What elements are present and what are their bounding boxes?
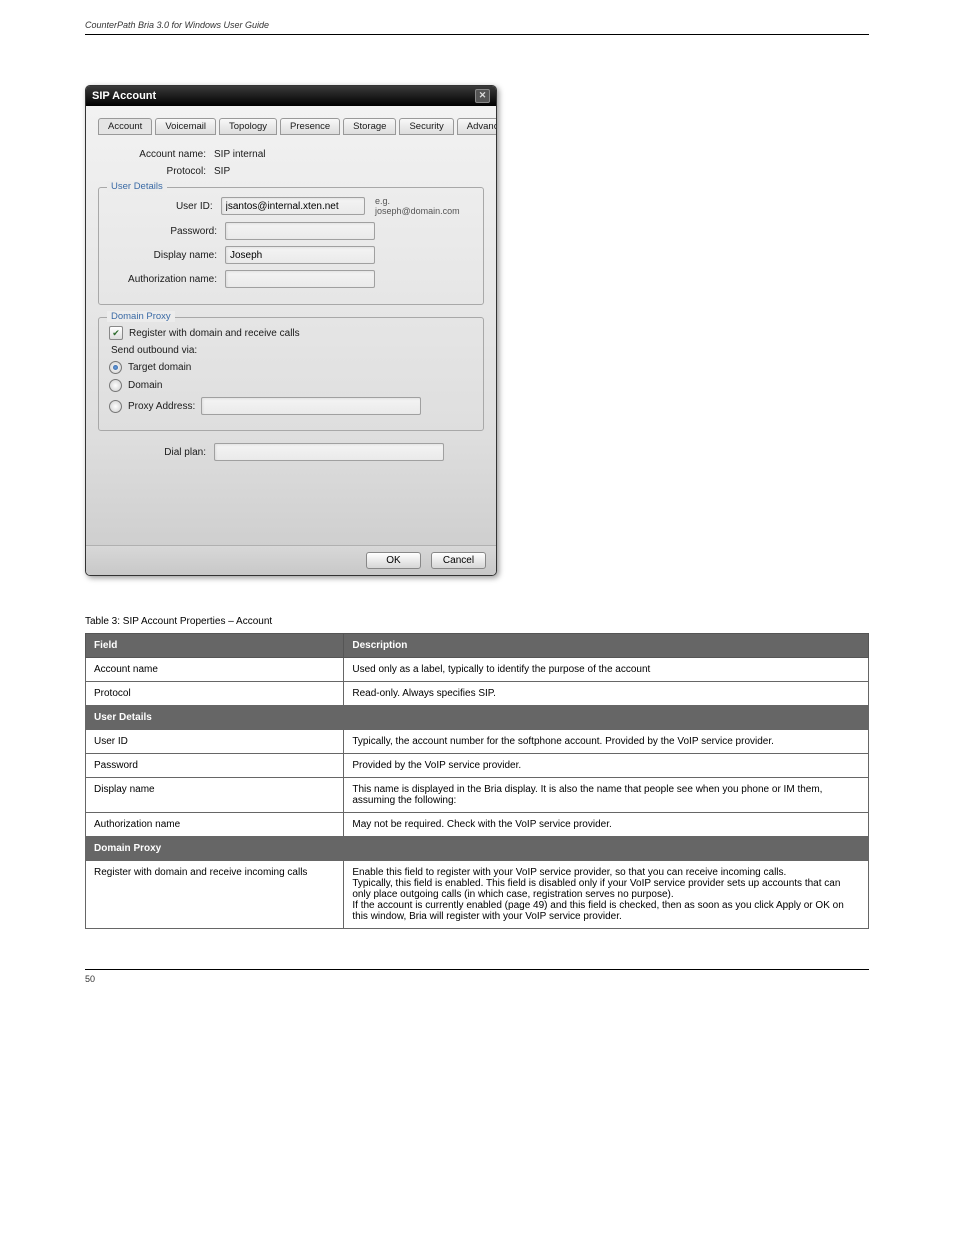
- tab-security[interactable]: Security: [399, 118, 453, 135]
- auth-name-input[interactable]: [225, 270, 375, 288]
- account-name-value: SIP internal: [214, 149, 266, 160]
- password-input[interactable]: [225, 222, 375, 240]
- ok-button[interactable]: OK: [366, 552, 421, 569]
- account-name-label: Account name:: [98, 149, 214, 160]
- register-checkbox-label: Register with domain and receive calls: [129, 328, 300, 339]
- send-outbound-label: Send outbound via:: [111, 345, 473, 356]
- tab-advanced[interactable]: Advanced: [457, 118, 497, 135]
- tab-topology[interactable]: Topology: [219, 118, 277, 135]
- dialog-titlebar: SIP Account ✕: [86, 86, 496, 106]
- dial-plan-input[interactable]: [214, 443, 444, 461]
- register-checkbox[interactable]: ✔: [109, 326, 123, 340]
- tab-voicemail[interactable]: Voicemail: [155, 118, 216, 135]
- cancel-button[interactable]: Cancel: [431, 552, 486, 569]
- dialog-tabs: Account Voicemail Topology Presence Stor…: [98, 118, 484, 135]
- domain-proxy-legend: Domain Proxy: [107, 311, 175, 322]
- header-left: CounterPath Bria 3.0 for Windows User Gu…: [85, 20, 269, 30]
- table-row: Display name This name is displayed in t…: [86, 778, 869, 813]
- table-row: Account name Used only as a label, typic…: [86, 658, 869, 682]
- page-footer: 50: [85, 969, 869, 984]
- radio-proxy[interactable]: [109, 400, 122, 413]
- display-name-label: Display name:: [109, 250, 225, 261]
- password-label: Password:: [109, 226, 225, 237]
- table-row: Authorization name May not be required. …: [86, 813, 869, 837]
- user-details-fieldset: User Details User ID: e.g. joseph@domain…: [98, 187, 484, 305]
- dialog-title: SIP Account: [92, 90, 156, 102]
- user-id-hint: e.g. joseph@domain.com: [375, 196, 473, 216]
- radio-target-domain[interactable]: [109, 361, 122, 374]
- proxy-address-input[interactable]: [201, 397, 421, 415]
- radio-domain[interactable]: [109, 379, 122, 392]
- section-domain-proxy: Domain Proxy: [86, 837, 869, 861]
- table-row: User ID Typically, the account number fo…: [86, 730, 869, 754]
- table-row: Register with domain and receive incomin…: [86, 861, 869, 929]
- col-description: Description: [344, 634, 869, 658]
- radio-proxy-label: Proxy Address:: [128, 401, 195, 412]
- tab-presence[interactable]: Presence: [280, 118, 340, 135]
- tab-storage[interactable]: Storage: [343, 118, 396, 135]
- auth-name-label: Authorization name:: [109, 274, 225, 285]
- domain-proxy-fieldset: Domain Proxy ✔ Register with domain and …: [98, 317, 484, 431]
- radio-domain-label: Domain: [128, 380, 162, 391]
- protocol-value: SIP: [214, 166, 230, 177]
- table-row: Password Provided by the VoIP service pr…: [86, 754, 869, 778]
- user-details-legend: User Details: [107, 181, 167, 192]
- table-row: Protocol Read-only. Always specifies SIP…: [86, 682, 869, 706]
- protocol-label: Protocol:: [98, 166, 214, 177]
- sip-account-dialog: SIP Account ✕ Account Voicemail Topology…: [85, 85, 497, 576]
- display-name-input[interactable]: [225, 246, 375, 264]
- col-field: Field: [86, 634, 344, 658]
- close-icon[interactable]: ✕: [475, 89, 490, 103]
- table-title: Table 3: SIP Account Properties – Accoun…: [85, 616, 869, 627]
- page-number: 50: [85, 974, 95, 984]
- user-id-input[interactable]: [221, 197, 365, 215]
- tab-account[interactable]: Account: [98, 118, 152, 135]
- user-id-label: User ID:: [109, 201, 221, 212]
- page-header: CounterPath Bria 3.0 for Windows User Gu…: [85, 20, 869, 35]
- account-properties-table: Field Description Account name Used only…: [85, 633, 869, 929]
- dial-plan-label: Dial plan:: [98, 447, 214, 458]
- radio-target-domain-label: Target domain: [128, 362, 191, 373]
- section-user-details: User Details: [86, 706, 869, 730]
